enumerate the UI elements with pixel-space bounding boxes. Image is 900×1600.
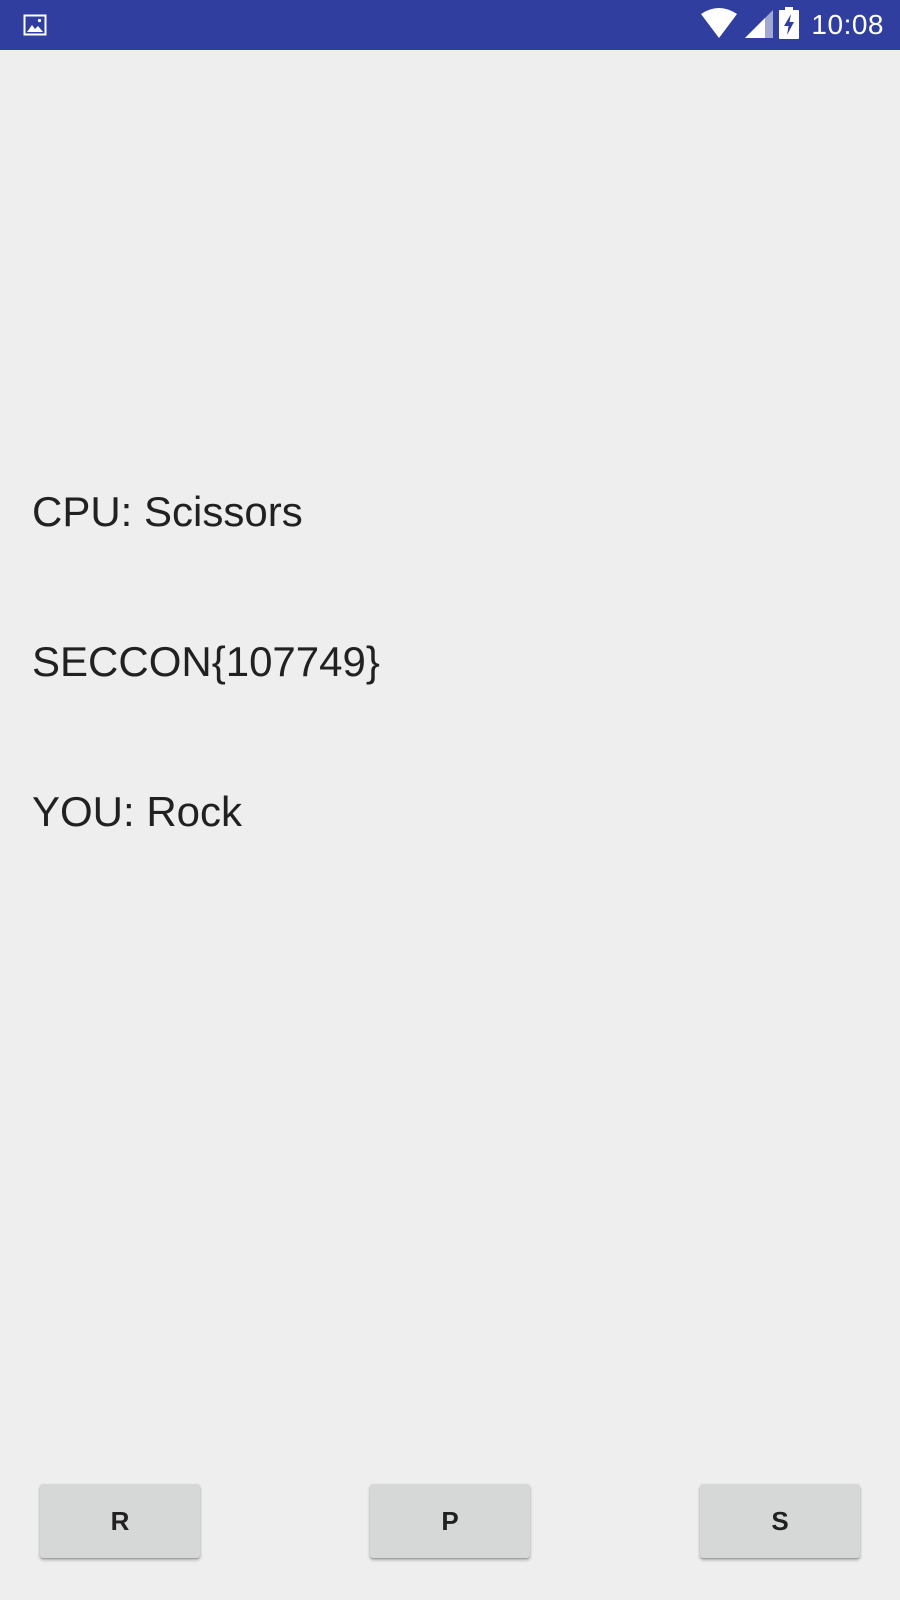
status-bar: 10:08 (0, 0, 900, 50)
scissors-button[interactable]: S (700, 1484, 860, 1558)
player-choice-text: YOU: Rock (32, 788, 243, 835)
game-screen: CPU: Scissors SECCON{107749} YOU: Rock R… (0, 50, 900, 1600)
flag-text: SECCON{107749} (32, 638, 380, 685)
cell-signal-icon (743, 8, 774, 43)
rock-button[interactable]: R (40, 1484, 200, 1558)
image-icon (23, 13, 47, 37)
paper-button[interactable]: P (370, 1484, 530, 1558)
status-time: 10:08 (811, 9, 884, 40)
wifi-icon (701, 7, 738, 43)
battery-charging-icon (779, 6, 800, 44)
status-icons: 10:08 (701, 0, 884, 50)
cpu-choice-text: CPU: Scissors (32, 488, 303, 535)
